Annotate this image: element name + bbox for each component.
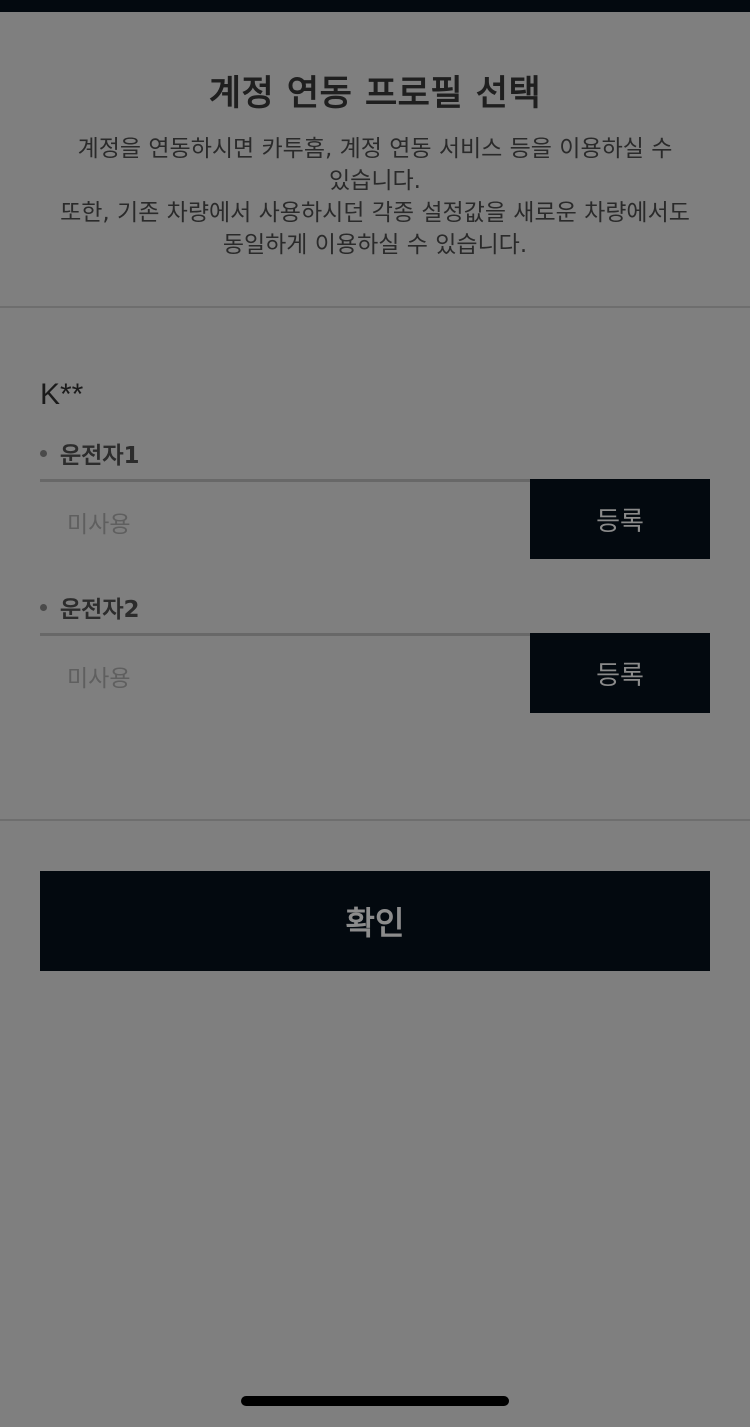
home-indicator[interactable] <box>241 1396 509 1406</box>
description-line: 계정을 연동하시면 카투홈, 계정 연동 서비스 등을 이용하실 수 <box>77 136 673 162</box>
driver-1-label: 운전자1 <box>40 436 139 470</box>
driver-2-field: 미사용 <box>40 633 530 713</box>
description-line: 동일하게 이용하실 수 있습니다. <box>222 232 528 258</box>
driver-1-field: 미사용 <box>40 479 530 559</box>
status-bar <box>0 0 750 12</box>
confirm-button[interactable]: 확인 <box>40 871 710 971</box>
page-description: 계정을 연동하시면 카투홈, 계정 연동 서비스 등을 이용하실 수 있습니다.… <box>30 133 720 261</box>
content-divider <box>0 819 750 821</box>
driver-1-value: 미사용 <box>67 512 131 538</box>
driver-2-label-text: 운전자2 <box>60 597 140 623</box>
driver-2-register-button[interactable]: 등록 <box>530 633 710 713</box>
driver-1-label-text: 운전자1 <box>60 443 140 469</box>
driver-1-row: 미사용 등록 <box>40 479 710 559</box>
header-divider <box>0 306 750 308</box>
account-name: K** <box>40 378 84 411</box>
bullet-icon <box>40 603 47 611</box>
header: 계정 연동 프로필 선택 계정을 연동하시면 카투홈, 계정 연동 서비스 등을… <box>0 13 750 307</box>
page-title: 계정 연동 프로필 선택 <box>208 74 542 114</box>
bullet-icon <box>40 449 47 457</box>
driver-2-row: 미사용 등록 <box>40 633 710 713</box>
driver-2-value: 미사용 <box>67 666 131 692</box>
driver-1-register-button[interactable]: 등록 <box>530 479 710 559</box>
description-line: 또한, 기존 차량에서 사용하시던 각종 설정값을 새로운 차량에서도 <box>60 200 690 226</box>
description-line: 있습니다. <box>329 168 421 194</box>
driver-2-label: 운전자2 <box>40 590 139 624</box>
